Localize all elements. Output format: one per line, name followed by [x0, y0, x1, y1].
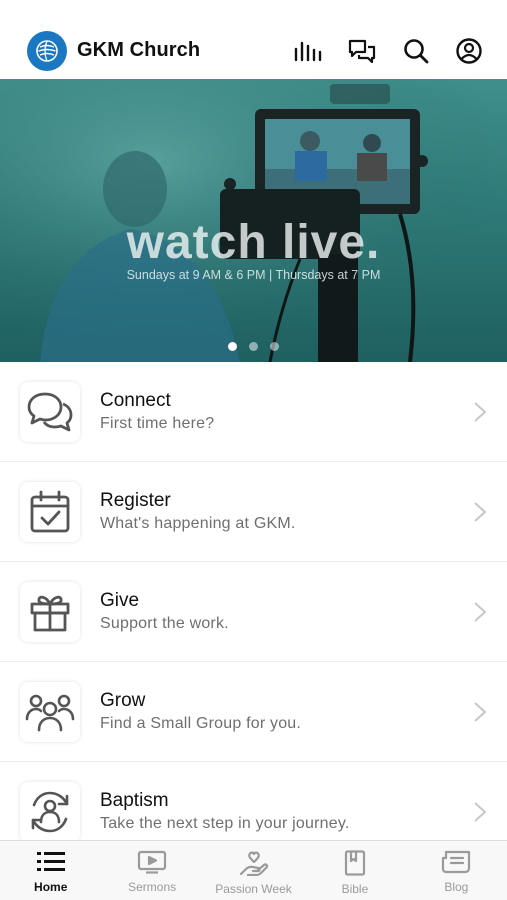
gift-icon — [30, 595, 70, 631]
menu-item-title: Grow — [100, 689, 146, 711]
tab-sermons[interactable]: Sermons — [101, 841, 202, 900]
search-button[interactable] — [389, 31, 443, 71]
tab-home[interactable]: Home — [0, 841, 101, 900]
menu-item-grow[interactable]: Grow Find a Small Group for you. — [0, 662, 507, 762]
menu-item-subtitle: Take the next step in your journey. — [100, 814, 350, 832]
hero-title: watch live. — [126, 216, 381, 269]
bottom-tab-bar: Home Sermons Passion Week Bible Blog — [0, 840, 507, 900]
menu-item-icon-box — [20, 581, 80, 642]
carousel-dots — [0, 342, 507, 351]
article-icon — [442, 850, 471, 874]
hero-banner[interactable]: watch live. Sundays at 9 AM & 6 PM | Thu… — [0, 79, 507, 362]
menu-item-register[interactable]: Register What's happening at GKM. — [0, 462, 507, 562]
menu-item-title: Baptism — [100, 789, 169, 811]
hero-subtitle: Sundays at 9 AM & 6 PM | Thursdays at 7 … — [126, 268, 381, 282]
calendar-check-icon — [30, 490, 70, 532]
menu-item-icon-box — [20, 481, 80, 542]
menu-item-title: Give — [100, 589, 140, 611]
chat-bubbles-icon — [348, 39, 376, 63]
tab-label: Home — [34, 880, 68, 894]
tab-label: Blog — [444, 880, 469, 894]
menu-item-subtitle: What's happening at GKM. — [100, 514, 296, 532]
menu-item-subtitle: Support the work. — [100, 614, 229, 632]
list-icon — [36, 852, 65, 871]
menu-item-icon-box — [20, 681, 80, 742]
menu-item-subtitle: Find a Small Group for you. — [100, 714, 302, 732]
menu-item-subtitle: First time here? — [100, 414, 215, 432]
account-button[interactable] — [443, 31, 483, 71]
chat-bubbles-icon — [27, 392, 73, 431]
podcast-bars-icon — [294, 41, 322, 61]
menu-item-give[interactable]: Give Support the work. — [0, 562, 507, 662]
podcast-button[interactable] — [281, 31, 335, 71]
chevron-right-icon — [474, 701, 487, 722]
menu-item-title: Connect — [100, 389, 171, 411]
account-icon — [456, 37, 482, 64]
menu-item-title: Register — [100, 489, 171, 511]
tab-label: Passion Week — [215, 882, 292, 896]
carousel-dot[interactable] — [270, 342, 279, 351]
status-bar — [0, 0, 507, 22]
app-title: GKM Church — [77, 39, 201, 61]
tab-bible[interactable]: Bible — [304, 841, 405, 900]
tab-label: Bible — [341, 882, 369, 896]
globe-logo-icon — [36, 39, 58, 62]
video-icon — [138, 850, 167, 874]
chevron-right-icon — [474, 501, 487, 522]
book-icon — [344, 850, 366, 876]
carousel-dot[interactable] — [249, 342, 258, 351]
tab-passion-week[interactable]: Passion Week — [203, 841, 304, 900]
menu-item-baptism[interactable]: Baptism Take the next step in your journ… — [0, 762, 507, 840]
menu-item-icon-box — [20, 781, 80, 840]
chat-button[interactable] — [335, 31, 389, 71]
menu-item-connect[interactable]: Connect First time here? — [0, 362, 507, 462]
group-icon — [25, 694, 75, 731]
chevron-right-icon — [474, 601, 487, 622]
menu-item-icon-box — [20, 381, 80, 442]
search-icon — [404, 38, 429, 63]
menu-list: Connect First time here? Register What's… — [0, 362, 507, 840]
chevron-right-icon — [474, 801, 487, 822]
tab-label: Sermons — [128, 880, 177, 894]
tab-blog[interactable]: Blog — [406, 841, 507, 900]
carousel-dot[interactable] — [228, 342, 237, 351]
chevron-right-icon — [474, 401, 487, 422]
hand-heart-icon — [239, 851, 268, 876]
baptism-icon — [31, 791, 69, 832]
app-header: GKM Church — [0, 22, 507, 79]
church-logo[interactable] — [27, 30, 67, 71]
